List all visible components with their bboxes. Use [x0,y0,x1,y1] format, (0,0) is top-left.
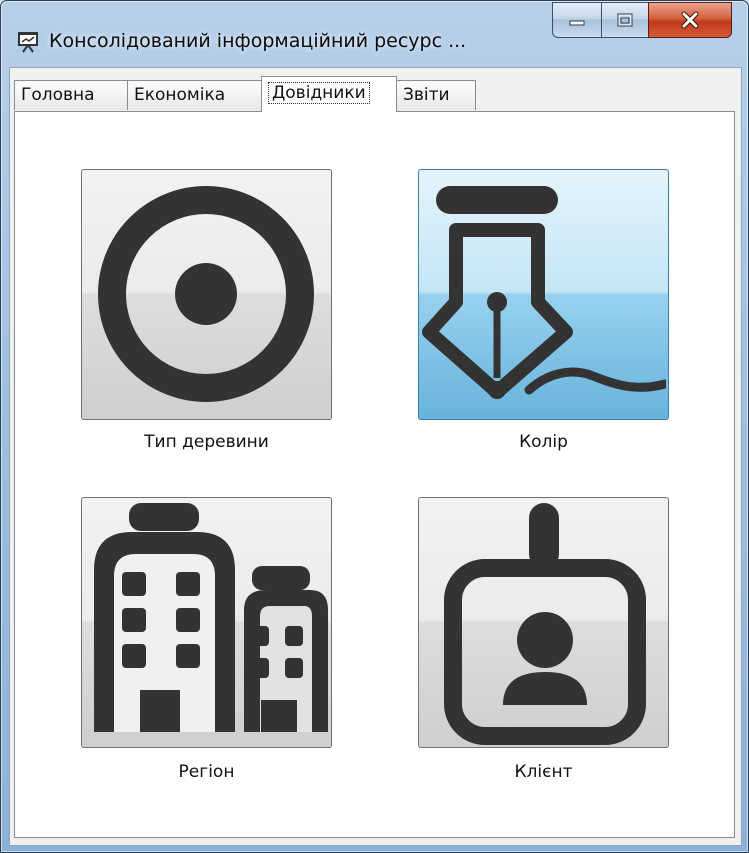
close-icon [681,11,699,29]
tab-main[interactable]: Головна [14,80,128,110]
tab-economics[interactable]: Економіка [127,80,262,110]
maximize-icon [617,13,633,27]
client-area: Головна Економіка Довідники Звіти Тип де… [9,67,742,846]
app-window: Консолідований інформаційний ресурс ... [0,0,749,853]
tile-label-region: Регіон [178,762,235,782]
tile-color-button[interactable] [418,169,669,420]
minimize-button[interactable] [552,2,601,38]
tile-wood-type-button[interactable] [81,169,332,420]
id-badge-icon [444,503,646,745]
tab-panel-references: Тип деревини Колір Регіон Клієнт [14,111,735,838]
tile-label-color: Колір [519,432,568,452]
tab-label: Економіка [134,85,226,105]
tile-region-button[interactable] [81,497,332,748]
tab-label: Звіти [403,85,450,105]
presentation-board-icon[interactable] [17,31,39,53]
minimize-icon [569,20,585,26]
tile-label-wood-type: Тип деревини [144,432,269,452]
tile-client-button[interactable] [418,497,669,748]
target-icon [98,186,314,402]
tile-label-client: Клієнт [514,762,573,782]
close-button[interactable] [648,2,732,38]
tab-reports[interactable]: Звіти [396,80,476,110]
pen-nib-icon [422,186,666,399]
tab-label: Головна [21,85,95,105]
tab-label: Довідники [268,82,370,104]
tab-references[interactable]: Довідники [261,76,397,112]
title-bar[interactable]: Консолідований інформаційний ресурс ... [1,1,748,61]
window-title: Консолідований інформаційний ресурс ... [49,30,467,52]
buildings-icon [94,503,328,732]
maximize-button[interactable] [601,2,648,38]
